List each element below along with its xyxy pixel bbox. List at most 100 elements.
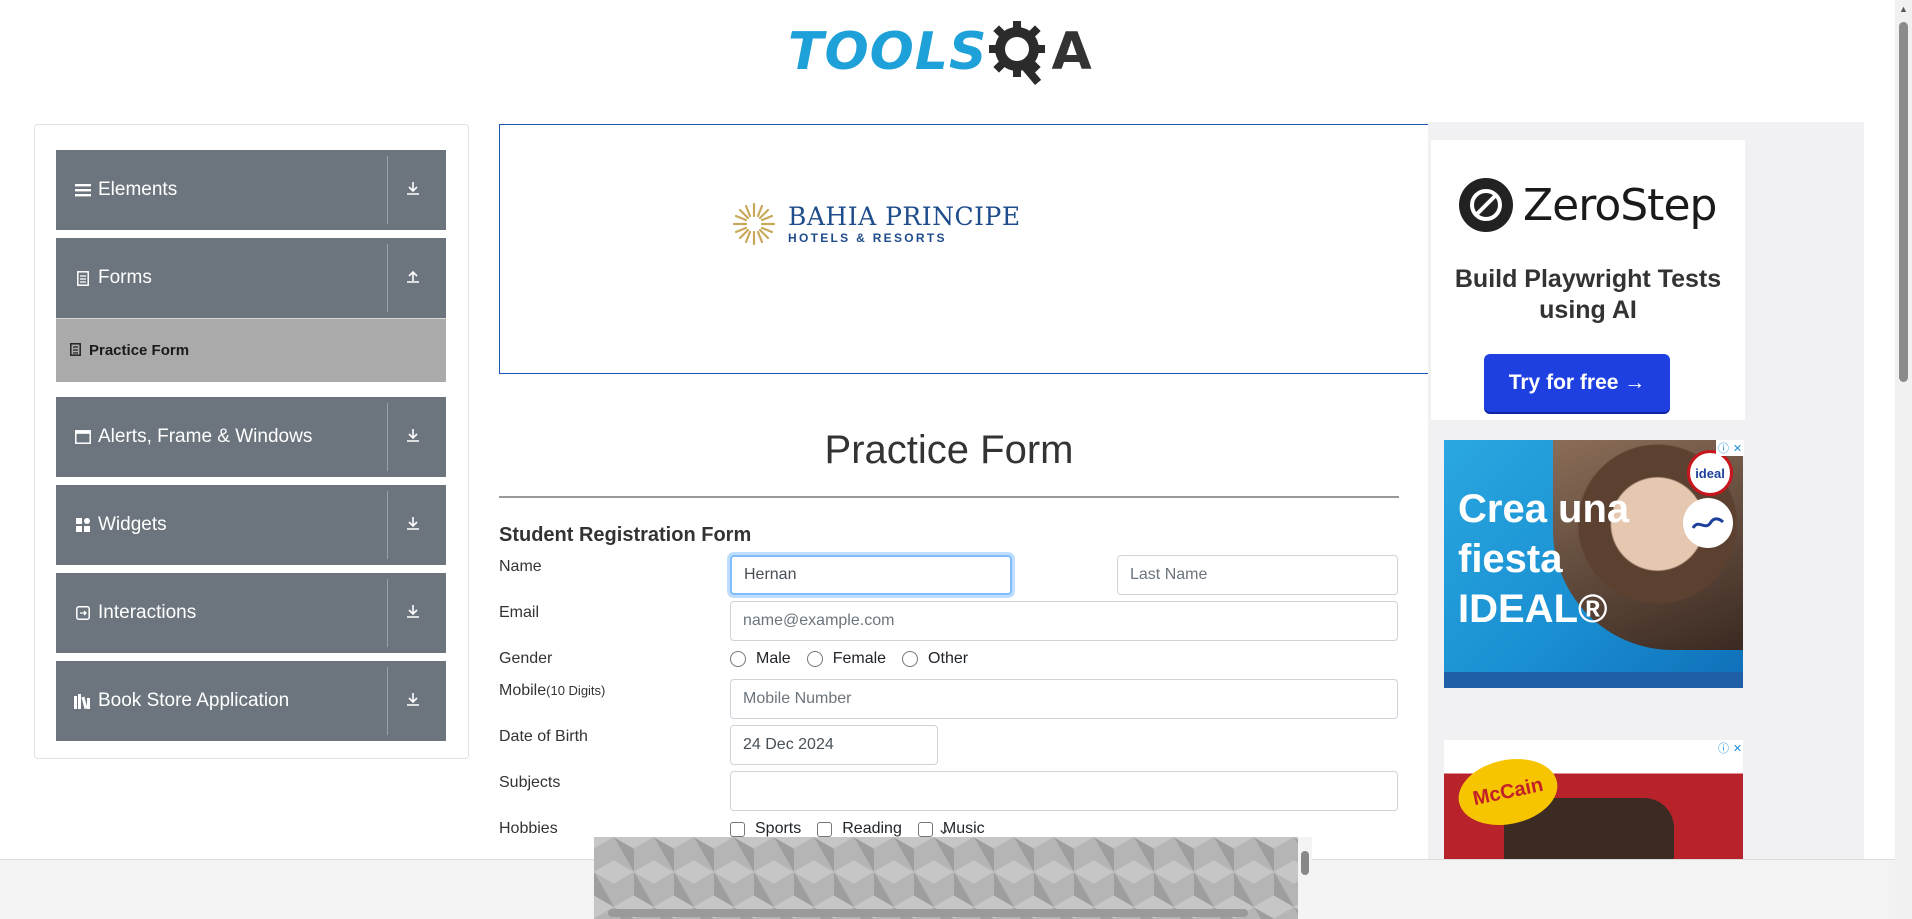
sidebar-group-label: Book Store Application	[98, 690, 290, 711]
checkbox-sports[interactable]	[730, 821, 745, 837]
divider	[387, 244, 388, 312]
last-name-input[interactable]	[1117, 555, 1398, 595]
overlay-scrollbar[interactable]	[1298, 837, 1312, 919]
hobby-sports-option[interactable]: Sports	[730, 820, 801, 838]
sidebar-group-forms[interactable]: Forms	[56, 238, 446, 318]
bahia-principe-logo: BAHIA PRINCIPE HOTELS & RESORTS	[730, 200, 1021, 248]
sidebar-group-elements[interactable]: Elements	[56, 150, 446, 230]
try-for-free-button[interactable]: Try for free →	[1484, 354, 1670, 412]
gender-label: Gender	[499, 650, 553, 667]
divider	[387, 667, 388, 735]
mobile-label: Mobile(10 Digits)	[499, 682, 605, 700]
gear-magnifier-icon	[989, 21, 1046, 85]
chevron-down-icon[interactable]	[404, 604, 422, 623]
zerostep-name: ZeroStep	[1523, 179, 1717, 231]
zerostep-ad[interactable]: ZeroStep Build Playwright Tests using AI…	[1431, 140, 1745, 420]
checkbox-label: Sports	[755, 820, 802, 837]
chevron-down-icon[interactable]	[404, 181, 422, 200]
adchoices-icon[interactable]: ⓘ ✕	[1716, 440, 1744, 456]
checkbox-music[interactable]	[917, 821, 933, 837]
zerostep-icon	[1459, 178, 1513, 232]
gender-female-option[interactable]: Female	[806, 650, 887, 668]
bottom-overlay-ad[interactable]	[594, 837, 1298, 919]
sidebar-group-label: Alerts, Frame & Windows	[98, 426, 313, 447]
name-label: Name	[499, 558, 542, 575]
page-title: Practice Form	[824, 428, 1074, 472]
radio-female[interactable]	[806, 651, 823, 667]
form-subtitle: Student Registration Form	[499, 524, 752, 546]
hamburger-icon	[74, 183, 92, 197]
zerostep-logo: ZeroStep	[1459, 178, 1717, 232]
left-panel: Elements Forms Practice Form Alerts, Fra…	[34, 124, 469, 759]
scroll-thumb[interactable]	[1301, 851, 1309, 875]
gender-male-option[interactable]: Male	[730, 650, 791, 668]
email-input[interactable]	[730, 601, 1398, 641]
sidebar-group-label: Elements	[98, 179, 178, 200]
radio-label: Other	[928, 650, 969, 667]
sun-icon	[732, 202, 776, 246]
books-icon	[74, 693, 92, 709]
chevron-down-icon[interactable]	[404, 692, 422, 711]
gender-radio-group: Male Female Other	[730, 650, 984, 668]
hobby-music-option[interactable]: Music	[917, 820, 985, 838]
brand-name: BAHIA PRINCIPE	[788, 202, 1021, 231]
ad-disclaimer	[1444, 672, 1743, 688]
checkbox-label: Reading	[842, 820, 902, 837]
hobbies-checkbox-group: Sports Reading Music	[730, 820, 1001, 838]
gender-other-option[interactable]: Other	[902, 650, 968, 668]
mobile-label-text: Mobile	[499, 682, 547, 699]
radio-other[interactable]	[902, 651, 919, 667]
form-icon	[70, 342, 81, 359]
subjects-input[interactable]	[730, 771, 1398, 811]
sidebar-item-label: Practice Form	[89, 342, 190, 359]
dob-label: Date of Birth	[499, 728, 588, 745]
sidebar-group-interactions[interactable]: Interactions	[56, 573, 446, 653]
collapse-chevron-icon[interactable]: ⌄	[937, 819, 950, 839]
sidebar-group-label: Forms	[98, 267, 152, 288]
checkbox-reading[interactable]	[817, 821, 833, 837]
page-scrollbar[interactable]: ▲	[1895, 0, 1912, 919]
radio-male[interactable]	[730, 651, 746, 667]
email-label: Email	[499, 604, 540, 621]
divider	[387, 491, 388, 559]
mobile-hint: (10 Digits)	[546, 683, 606, 698]
mccain-ad[interactable]: McCain	[1444, 740, 1743, 860]
hobby-reading-option[interactable]: Reading	[817, 820, 902, 838]
first-name-input[interactable]	[730, 555, 1012, 595]
sidebar-group-alerts[interactable]: Alerts, Frame & Windows	[56, 397, 446, 477]
sidebar-item-practice-form[interactable]: Practice Form	[56, 318, 446, 382]
subjects-label: Subjects	[499, 774, 561, 791]
logo-text: TOOLS	[788, 22, 988, 82]
logo-suffix: A	[1051, 22, 1092, 82]
mobile-input[interactable]	[730, 679, 1398, 719]
zerostep-tagline: Build Playwright Tests using AI	[1454, 265, 1722, 324]
chevron-down-icon[interactable]	[404, 516, 422, 535]
chevron-up-icon[interactable]	[404, 269, 422, 288]
grid-icon	[74, 518, 92, 532]
date-of-birth-input[interactable]	[730, 725, 938, 765]
divider	[499, 496, 1399, 498]
sidebar-group-widgets[interactable]: Widgets	[56, 485, 446, 565]
ideal-ad-text: Crea una fiesta IDEAL®	[1458, 487, 1630, 631]
document-icon	[74, 270, 92, 286]
banner-ad[interactable]: BAHIA PRINCIPE HOTELS & RESORTS	[499, 124, 1429, 374]
divider	[387, 579, 388, 647]
chevron-down-icon[interactable]	[404, 428, 422, 447]
scroll-thumb[interactable]	[1899, 22, 1908, 382]
hobbies-label: Hobbies	[499, 820, 558, 837]
ideal-brand-badge: ideal	[1687, 450, 1733, 496]
page: TOOLS A Elements Forms Practice Form Ale…	[0, 0, 1912, 919]
radio-label: Female	[832, 650, 887, 667]
window-icon	[74, 430, 92, 444]
sidebar-group-label: Widgets	[98, 514, 167, 535]
scroll-up-icon[interactable]: ▲	[1899, 4, 1908, 14]
adchoices-icon[interactable]: ⓘ ✕	[1716, 740, 1744, 756]
ideal-ad[interactable]: Crea una fiesta IDEAL® ideal	[1444, 440, 1743, 688]
sidebar-group-book-store[interactable]: Book Store Application	[56, 661, 446, 741]
sidebar-group-label: Interactions	[98, 602, 197, 623]
brand-tagline: HOTELS & RESORTS	[788, 231, 947, 245]
radio-label: Male	[756, 650, 791, 667]
toolsqa-logo[interactable]: TOOLS A	[788, 14, 1092, 90]
interactions-icon	[74, 606, 92, 620]
horizontal-scrollbar[interactable]	[608, 909, 1248, 917]
